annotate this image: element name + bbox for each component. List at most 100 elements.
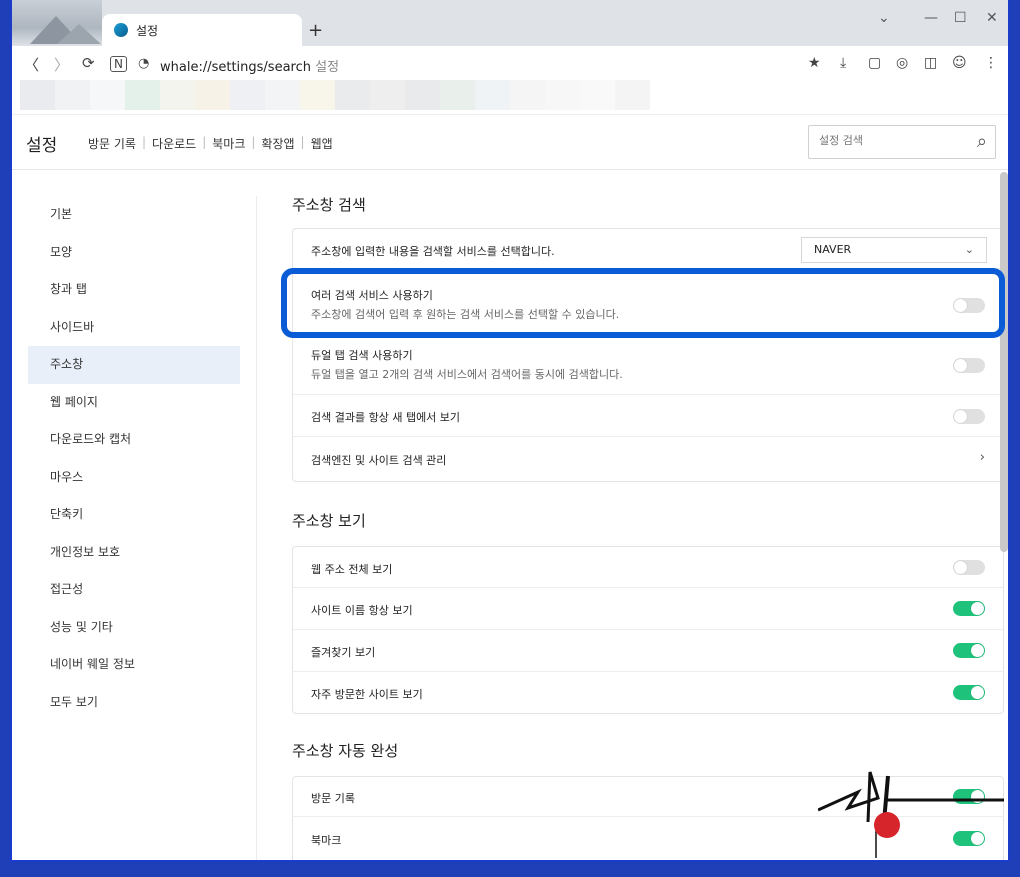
search-engine-select[interactable]: NAVER ⌄ [801,237,987,263]
search-engine-row: 주소창에 입력한 내용을 검색할 서비스를 선택합니다. NAVER ⌄ [293,229,1003,269]
search-engine-value: NAVER [814,243,852,256]
capture-icon[interactable]: ◎ [896,55,908,71]
favorites-toggle[interactable] [953,643,985,658]
video-icon[interactable]: ▢ [868,55,881,71]
section-title-search: 주소창 검색 [292,196,366,214]
minimize-button[interactable]: — [924,10,938,26]
bookmark-item[interactable] [90,80,125,110]
toggle-knob [954,359,967,372]
settings-header: 설정 방문 기록 | 다운로드 | 북마크 | 확장앱 | 웹앱 ⌕ [12,114,1008,170]
highlight-annotation [281,268,1005,338]
bookmark-item[interactable] [615,80,650,110]
settings-search[interactable]: ⌕ [808,125,996,159]
sidebar-item-all[interactable]: 모두 보기 [28,684,240,722]
sidebar-item-download-capture[interactable]: 다운로드와 캡처 [28,421,240,459]
view-row-label: 웹 주소 전체 보기 [311,563,393,576]
split-view-icon[interactable]: ◫ [924,55,937,71]
toggle-knob [971,686,984,699]
address-bar: 〈 〉 ⟳ N ◔ whale://settings/search 설정 ★ ⤓… [12,46,1008,82]
separator: | [251,135,256,149]
link-downloads[interactable]: 다운로드 [152,135,196,152]
site-name-toggle[interactable] [953,601,985,616]
search-icon[interactable]: ⌕ [977,131,987,152]
profile-icon[interactable]: ☺ [952,55,967,71]
full-url-toggle[interactable] [953,560,985,575]
sidebar-item-basic[interactable]: 기본 [28,196,240,234]
bookmark-item[interactable] [510,80,545,110]
bookmark-item[interactable] [335,80,370,110]
sidebar-item-webpage[interactable]: 웹 페이지 [28,384,240,422]
manage-engines-row[interactable]: 검색엔진 및 사이트 검색 관리 › [293,437,1003,481]
maximize-button[interactable]: ☐ [954,10,967,26]
settings-search-input[interactable] [819,134,959,147]
section-title-view: 주소창 보기 [292,512,366,530]
view-card: 웹 주소 전체 보기 사이트 이름 항상 보기 즐겨찾기 보기 자주 방문한 사… [292,546,1004,714]
close-button[interactable]: ✕ [986,10,998,26]
forward-icon[interactable]: 〉 [54,54,69,75]
url-field[interactable]: whale://settings/search 설정 [160,56,339,75]
download-icon[interactable]: ⤓ [840,55,846,71]
bookmark-item[interactable] [230,80,265,110]
url-page-name: 설정 [315,60,340,75]
link-webapps[interactable]: 웹앱 [311,135,333,152]
bookmark-item[interactable] [370,80,405,110]
bookmark-item[interactable] [580,80,615,110]
sidebar-item-addressbar[interactable]: 주소창 [28,346,240,384]
tab-list-icon[interactable]: ⌄ [878,10,890,26]
view-row: 즐겨찾기 보기 [293,630,1003,672]
scrollbar[interactable] [1000,172,1008,552]
sidebar-item-shortcuts[interactable]: 단축키 [28,496,240,534]
frequent-sites-toggle[interactable] [953,685,985,700]
reload-icon[interactable]: ⟳ [82,54,95,72]
newtab-toggle[interactable] [953,409,985,424]
sidebar-item-privacy[interactable]: 개인정보 보호 [28,534,240,572]
dual-search-desc: 듀얼 탭을 열고 2개의 검색 서비스에서 검색어를 동시에 검색합니다. [311,368,623,381]
red-seal-stamp [874,812,900,838]
bookmark-item[interactable] [265,80,300,110]
header-links: 방문 기록 | 다운로드 | 북마크 | 확장앱 | 웹앱 [88,135,333,152]
sidebar-item-accessibility[interactable]: 접근성 [28,571,240,609]
view-row: 웹 주소 전체 보기 [293,547,1003,588]
bookmark-item[interactable] [20,80,55,110]
separator: | [300,135,305,149]
settings-sidebar: 기본 모양 창과 탭 사이드바 주소창 웹 페이지 다운로드와 캡처 마우스 단… [28,196,240,721]
bookmark-item[interactable] [160,80,195,110]
bookmark-bar [20,80,650,110]
new-tab-button[interactable]: + [308,20,323,41]
manage-engines-label: 검색엔진 및 사이트 검색 관리 [311,454,447,467]
bookmark-item[interactable] [55,80,90,110]
menu-icon[interactable]: ⋮ [984,55,998,71]
bookmark-item[interactable] [405,80,440,110]
bookmark-item[interactable] [195,80,230,110]
sidebar-item-about[interactable]: 네이버 웨일 정보 [28,646,240,684]
toggle-knob [954,561,967,574]
dual-search-toggle[interactable] [953,358,985,373]
bookmark-item[interactable] [125,80,160,110]
tab-settings[interactable]: 설정 [102,14,302,46]
mountain-shape [57,24,101,44]
bookmark-item[interactable] [545,80,580,110]
bookmark-star-icon[interactable]: ★ [808,55,821,71]
link-history[interactable]: 방문 기록 [88,135,136,152]
sidebar-item-appearance[interactable]: 모양 [28,234,240,272]
back-icon[interactable]: 〈 [24,54,39,75]
sidebar-item-performance[interactable]: 성능 및 기타 [28,609,240,647]
sidebar-item-sidebar[interactable]: 사이드바 [28,309,240,347]
toggle-knob [954,410,967,423]
naver-icon[interactable]: N [110,56,127,72]
sidebar-item-windows-tabs[interactable]: 창과 탭 [28,271,240,309]
toggle-knob [971,602,984,615]
bookmark-item[interactable] [300,80,335,110]
tab-bar: 설정 + ⌄ — ☐ ✕ [12,0,1008,46]
link-bookmarks[interactable]: 북마크 [212,135,245,152]
newtab-label: 검색 결과를 항상 새 탭에서 보기 [311,411,461,424]
sidebar-item-mouse[interactable]: 마우스 [28,459,240,497]
whale-icon: ◔ [138,56,150,71]
bookmark-item[interactable] [475,80,510,110]
link-extensions[interactable]: 확장앱 [261,135,294,152]
search-card: 주소창에 입력한 내용을 검색할 서비스를 선택합니다. NAVER ⌄ 여러 … [292,228,1004,482]
view-row: 사이트 이름 항상 보기 [293,588,1003,630]
bookmark-item[interactable] [440,80,475,110]
newtab-row: 검색 결과를 항상 새 탭에서 보기 [293,395,1003,437]
signature-watermark [818,771,1004,858]
